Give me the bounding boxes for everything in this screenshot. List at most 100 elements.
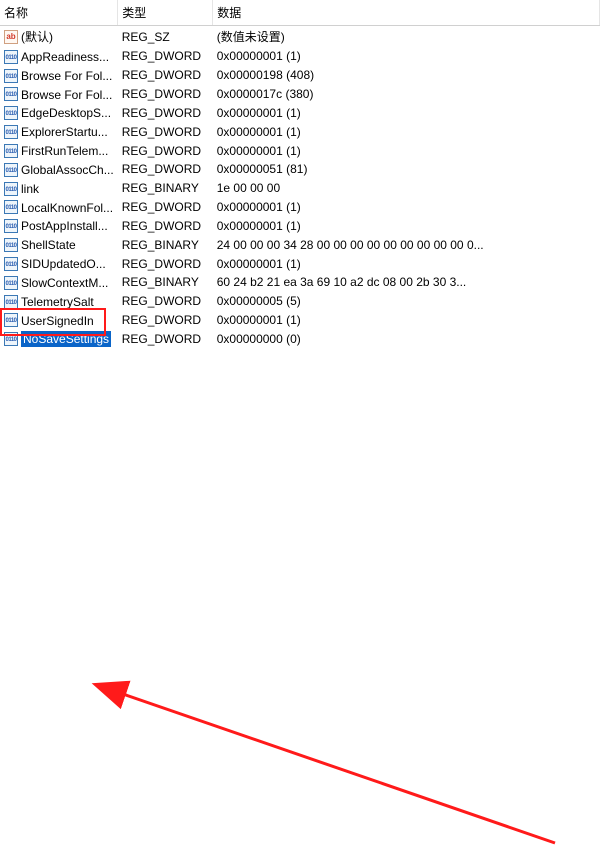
binary-value-icon [4, 219, 18, 233]
binary-value-icon [4, 276, 18, 290]
value-data-cell: 24 00 00 00 34 28 00 00 00 00 00 00 00 0… [213, 235, 600, 254]
value-name-label: SIDUpdatedO... [21, 257, 106, 271]
value-data-cell: 0x00000001 (1) [213, 47, 600, 66]
value-data-cell: 0x00000001 (1) [213, 311, 600, 330]
registry-row[interactable]: Browse For Fol...REG_DWORD0x0000017c (38… [0, 85, 600, 104]
value-name-label: LocalKnownFol... [21, 200, 113, 214]
binary-value-icon [4, 313, 18, 327]
registry-row[interactable]: NoSaveSettings REG_DWORD0x00000000 (0) [0, 329, 600, 348]
value-name-cell[interactable]: UserSignedIn [0, 311, 118, 330]
value-type-cell: REG_DWORD [118, 329, 213, 348]
registry-row[interactable]: AppReadiness... REG_DWORD0x00000001 (1) [0, 47, 600, 66]
value-type-cell: REG_DWORD [118, 160, 213, 179]
value-name-cell[interactable]: GlobalAssocCh... [0, 160, 118, 179]
binary-value-icon [4, 69, 18, 83]
binary-value-icon [4, 332, 18, 346]
binary-value-icon [4, 163, 18, 177]
value-name-cell[interactable]: Browse For Fol... [0, 85, 118, 104]
value-name-cell[interactable]: FirstRunTelem... [0, 141, 118, 160]
value-data-cell: 0x00000001 (1) [213, 141, 600, 160]
registry-row[interactable]: Browse For Fol... REG_DWORD0x00000198 (40… [0, 66, 600, 85]
value-name-label: ShellState [21, 238, 76, 252]
binary-value-icon [4, 200, 18, 214]
binary-value-icon [4, 144, 18, 158]
binary-value-icon [4, 125, 18, 139]
registry-row[interactable]: LocalKnownFol... REG_DWORD0x00000001 (1) [0, 198, 600, 217]
value-name-cell[interactable]: Browse For Fol... [0, 66, 118, 85]
value-data-cell: 0x00000001 (1) [213, 103, 600, 122]
binary-value-icon [4, 106, 18, 120]
value-name-label: EdgeDesktopS... [21, 106, 111, 120]
registry-row[interactable]: SlowContextM... REG_BINARY60 24 b2 21 ea … [0, 273, 600, 292]
value-name-cell[interactable]: TelemetrySalt [0, 292, 118, 311]
value-type-cell: REG_DWORD [118, 66, 213, 85]
column-header-name[interactable]: 名称 [0, 0, 118, 26]
value-name-label: TelemetrySalt [21, 295, 94, 309]
value-data-cell: 0x0000017c (380) [213, 85, 600, 104]
value-data-cell: 1e 00 00 00 [213, 179, 600, 198]
registry-row[interactable]: GlobalAssocCh... REG_DWORD0x00000051 (81) [0, 160, 600, 179]
value-name-cell[interactable]: SIDUpdatedO... [0, 254, 118, 273]
binary-value-icon [4, 257, 18, 271]
value-name-label: PostAppInstall... [21, 219, 108, 233]
value-name-cell[interactable]: LocalKnownFol... [0, 198, 118, 217]
registry-row[interactable]: ShellState REG_BINARY24 00 00 00 34 28 00… [0, 235, 600, 254]
value-data-cell: 0x00000051 (81) [213, 160, 600, 179]
value-type-cell: REG_DWORD [118, 103, 213, 122]
value-name-cell[interactable]: SlowContextM... [0, 273, 118, 292]
value-name-cell[interactable]: AppReadiness... [0, 47, 118, 66]
value-type-cell: REG_DWORD [118, 47, 213, 66]
value-name-label: (默认) [21, 30, 53, 44]
value-name-cell[interactable]: (默认) [0, 26, 118, 48]
value-data-cell: 0x00000198 (408) [213, 66, 600, 85]
registry-row[interactable]: PostAppInstall... REG_DWORD0x00000001 (1) [0, 216, 600, 235]
registry-row[interactable]: SIDUpdatedO...REG_DWORD0x00000001 (1) [0, 254, 600, 273]
registry-row[interactable]: FirstRunTelem... REG_DWORD0x00000001 (1) [0, 141, 600, 160]
value-name-label: link [21, 182, 39, 196]
value-type-cell: REG_DWORD [118, 198, 213, 217]
value-data-cell: 0x00000001 (1) [213, 122, 600, 141]
string-value-icon [4, 30, 18, 44]
registry-row[interactable]: ExplorerStartu... REG_DWORD0x00000001 (1) [0, 122, 600, 141]
value-name-label: GlobalAssocCh... [21, 163, 114, 177]
column-header-row[interactable]: 名称 类型 数据 [0, 0, 600, 26]
value-name-label: ExplorerStartu... [21, 125, 108, 139]
column-header-data[interactable]: 数据 [213, 0, 600, 26]
value-type-cell: REG_DWORD [118, 122, 213, 141]
value-name-cell[interactable]: ShellState [0, 235, 118, 254]
value-name-label: NoSaveSettings [21, 331, 111, 347]
value-name-label: SlowContextM... [21, 276, 108, 290]
value-name-label: FirstRunTelem... [21, 144, 108, 158]
value-data-cell: 60 24 b2 21 ea 3a 69 10 a2 dc 08 00 2b 3… [213, 273, 600, 292]
value-type-cell: REG_BINARY [118, 273, 213, 292]
column-header-type[interactable]: 类型 [118, 0, 213, 26]
registry-values-table[interactable]: 名称 类型 数据 (默认)REG_SZ(数值未设置)AppReadiness..… [0, 0, 600, 348]
value-type-cell: REG_DWORD [118, 311, 213, 330]
value-name-cell[interactable]: ExplorerStartu... [0, 122, 118, 141]
registry-row[interactable]: link REG_BINARY1e 00 00 00 [0, 179, 600, 198]
binary-value-icon [4, 182, 18, 196]
value-name-cell[interactable]: EdgeDesktopS... [0, 103, 118, 122]
value-data-cell: 0x00000000 (0) [213, 329, 600, 348]
value-type-cell: REG_DWORD [118, 292, 213, 311]
binary-value-icon [4, 50, 18, 64]
value-type-cell: REG_SZ [118, 26, 213, 48]
value-name-label: Browse For Fol... [21, 69, 112, 83]
registry-row[interactable]: UserSignedIn REG_DWORD0x00000001 (1) [0, 311, 600, 330]
value-type-cell: REG_DWORD [118, 216, 213, 235]
value-type-cell: REG_BINARY [118, 179, 213, 198]
value-name-label: Browse For Fol... [21, 87, 112, 101]
value-data-cell: 0x00000001 (1) [213, 254, 600, 273]
value-data-cell: 0x00000001 (1) [213, 216, 600, 235]
value-type-cell: REG_DWORD [118, 141, 213, 160]
value-name-cell[interactable]: NoSaveSettings [0, 329, 118, 348]
value-name-label: UserSignedIn [21, 313, 94, 327]
registry-row[interactable]: TelemetrySaltREG_DWORD0x00000005 (5) [0, 292, 600, 311]
value-data-cell: 0x00000001 (1) [213, 198, 600, 217]
value-name-cell[interactable]: PostAppInstall... [0, 216, 118, 235]
value-name-label: AppReadiness... [21, 50, 109, 64]
value-name-cell[interactable]: link [0, 179, 118, 198]
registry-row[interactable]: (默认)REG_SZ(数值未设置) [0, 26, 600, 48]
registry-row[interactable]: EdgeDesktopS... REG_DWORD0x00000001 (1) [0, 103, 600, 122]
value-type-cell: REG_BINARY [118, 235, 213, 254]
